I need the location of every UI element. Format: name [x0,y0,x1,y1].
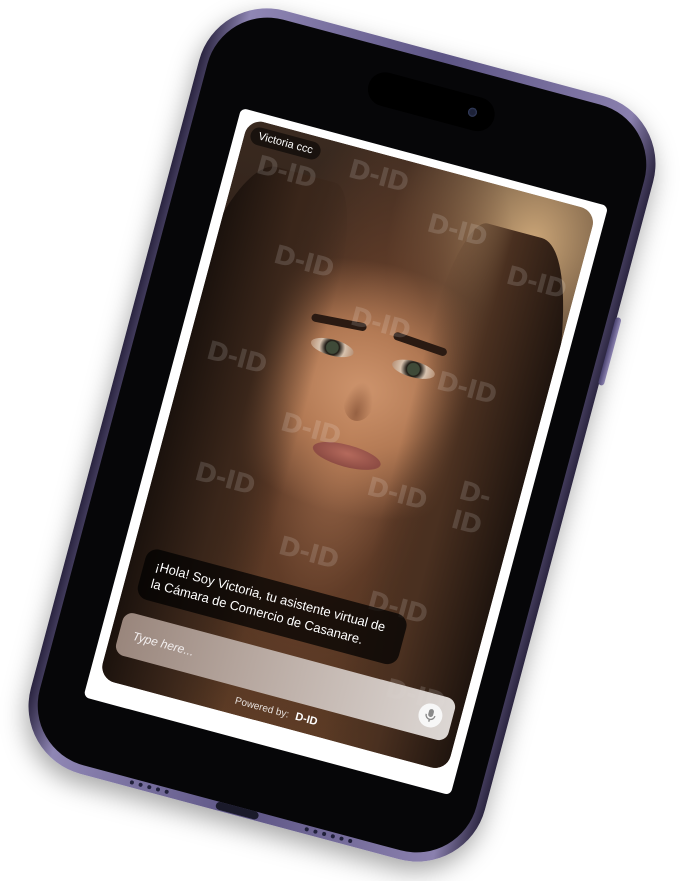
watermark: D-ID [345,154,412,199]
powered-by-label: Powered by: [233,695,291,721]
app-screen: D-ID D-ID D-ID D-ID D-ID D-ID D-ID D-ID … [83,107,609,796]
watermark: D-ID [423,208,490,254]
front-camera-icon [466,106,478,118]
phone-bezel: D-ID D-ID D-ID D-ID D-ID D-ID D-ID D-ID … [23,3,661,867]
avatar-video: D-ID D-ID D-ID D-ID D-ID D-ID D-ID D-ID … [98,118,597,772]
phone-device: D-ID D-ID D-ID D-ID D-ID D-ID D-ID D-ID … [12,0,672,878]
microphone-icon [425,709,436,722]
avatar-nose [339,378,379,425]
dynamic-island [364,68,499,135]
did-logo: D-ID [293,710,319,729]
watermark: D-ID [347,301,413,347]
watermark: D-ID [275,531,342,576]
